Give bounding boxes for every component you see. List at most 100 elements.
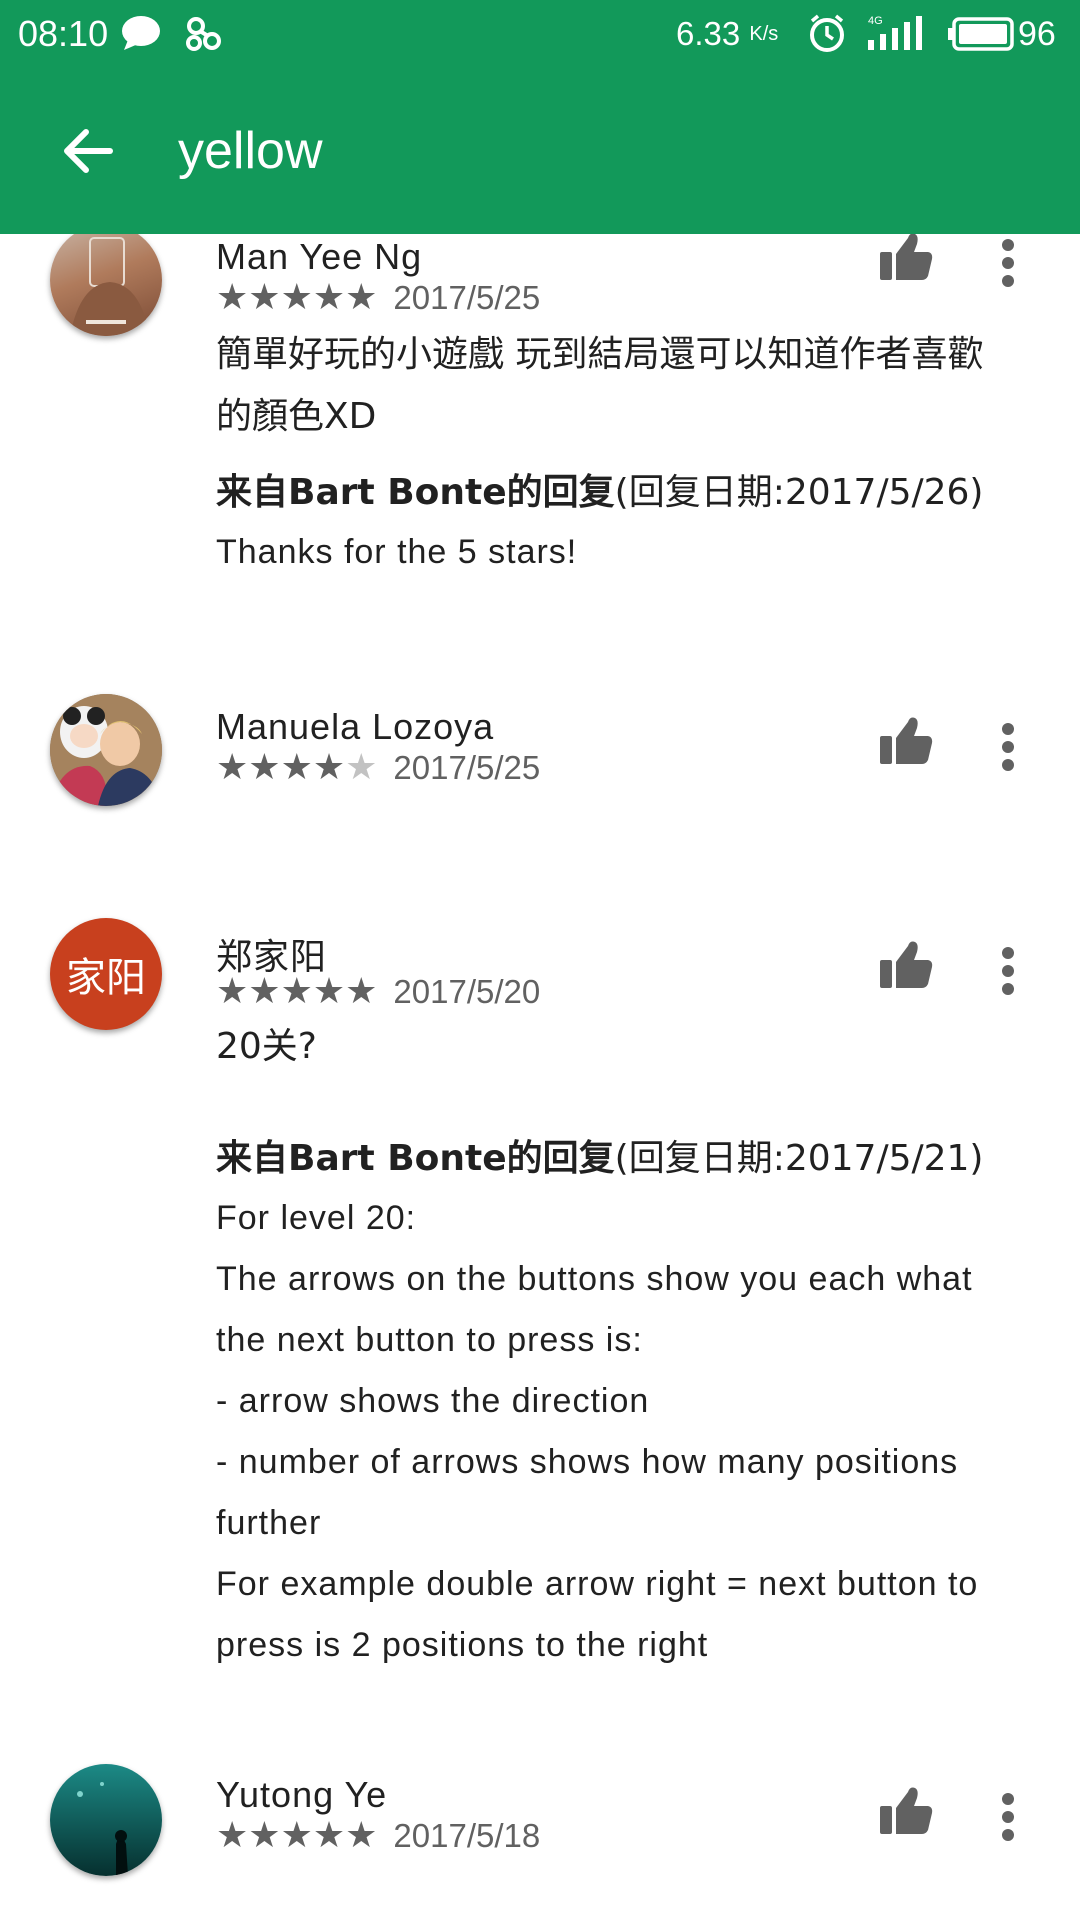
reply-header: 来自Bart Bonte的回复(回复日期:2017/5/26) (216, 464, 1022, 522)
more-vert-icon (1002, 947, 1014, 995)
review-item: Manuela Lozoya ★ ★ ★ ★ ★ 2017/5/25 (0, 694, 1080, 914)
review-date: 2017/5/25 (393, 279, 541, 316)
review-author: Manuela Lozoya (216, 706, 495, 747)
thumbs-up-icon (880, 1787, 933, 1834)
star-filled-icon: ★ (312, 1815, 346, 1856)
review-rating-row: ★ ★ ★ ★ ★ 2017/5/20 (216, 972, 540, 1012)
developer-reply: 来自Bart Bonte的回复(回复日期:2017/5/21) For leve… (216, 1130, 1022, 1676)
reply-line: press is 2 positions to the right (216, 1626, 709, 1664)
status-time: 08:10 (18, 13, 109, 54)
arrow-back-icon (64, 129, 113, 173)
review-text: 20关? (216, 1026, 317, 1067)
reply-from: 来自Bart Bonte的回复 (216, 472, 615, 513)
avatar[interactable]: 家阳 (50, 918, 162, 1030)
star-filled-icon: ★ (280, 1815, 313, 1856)
more-options-button[interactable] (986, 938, 1030, 1004)
reply-date: (回复日期:2017/5/21) (614, 1138, 984, 1179)
thumbs-up-icon (880, 941, 933, 988)
star-rating: ★ ★ ★ ★ ★ (216, 1816, 377, 1856)
thumbs-up-button[interactable] (878, 234, 944, 296)
reply-date: (回复日期:2017/5/26) (614, 472, 984, 513)
star-filled-icon: ★ (216, 277, 249, 318)
review-author: Man Yee Ng (216, 236, 423, 277)
signal-4g-icon: 4G (866, 0, 926, 68)
review-rating-row: ★ ★ ★ ★ ★ 2017/5/18 (216, 1816, 540, 1856)
chat-bubble-icon (120, 0, 162, 68)
avatar[interactable] (50, 234, 162, 336)
star-filled-icon: ★ (345, 971, 378, 1012)
more-vert-icon (1002, 239, 1014, 287)
more-options-button[interactable] (986, 714, 1030, 780)
search-query[interactable]: yellow (178, 68, 323, 234)
battery-percent: 96 (1018, 14, 1056, 53)
avatar-photo (50, 1764, 162, 1876)
star-filled-icon: ★ (280, 747, 313, 788)
star-rating: ★ ★ ★ ★ ★ (216, 278, 377, 318)
more-vert-icon (1002, 723, 1014, 771)
star-filled-icon: ★ (280, 971, 313, 1012)
thumbs-up-button[interactable] (878, 1784, 944, 1850)
more-options-button[interactable] (986, 1784, 1030, 1850)
review-list: Man Yee Ng ★ ★ ★ ★ ★ 2017/5/25 簡單好玩的小遊戲 玩到結局… (0, 234, 1080, 1920)
network-speed: 6.33 K/s (676, 0, 778, 68)
thumbs-up-button[interactable] (878, 714, 944, 780)
star-filled-icon: ★ (248, 971, 281, 1012)
developer-reply: 来自Bart Bonte的回复(回复日期:2017/5/26) Thanks f… (216, 464, 1022, 583)
reply-line: For example double arrow right = next bu… (216, 1565, 979, 1603)
star-filled-icon: ★ (312, 747, 346, 788)
status-bar: 08:10 6.33 K/s 4G 96 (0, 0, 1080, 68)
star-filled-icon: ★ (312, 277, 346, 318)
app-bar: yellow (0, 68, 1080, 234)
reply-from: 来自Bart Bonte的回复 (216, 1138, 615, 1179)
review-rating-row: ★ ★ ★ ★ ★ 2017/5/25 (216, 278, 540, 318)
review-rating-row: ★ ★ ★ ★ ★ 2017/5/25 (216, 748, 540, 788)
review-item: Yutong Ye ★ ★ ★ ★ ★ 2017/5/18 (0, 1764, 1080, 1920)
network-speed-value: 6.33 (676, 15, 741, 52)
network-speed-unit: K/s (749, 22, 779, 45)
review-author: Yutong Ye (216, 1774, 388, 1815)
network-type-label: 4G (868, 15, 883, 27)
avatar-photo (50, 694, 162, 806)
star-filled-icon: ★ (216, 747, 249, 788)
reply-body: Thanks for the 5 stars! (216, 522, 1022, 583)
thumbs-up-button[interactable] (878, 938, 944, 1004)
star-empty-icon: ★ (345, 747, 378, 788)
back-button[interactable] (42, 105, 134, 197)
app-icon (182, 0, 226, 68)
reply-body: For level 20: The arrows on the buttons s… (216, 1188, 1022, 1676)
star-filled-icon: ★ (345, 277, 378, 318)
star-rating: ★ ★ ★ ★ ★ (216, 972, 377, 1012)
reply-line: the next button to press is: (216, 1321, 643, 1359)
star-filled-icon: ★ (248, 1815, 281, 1856)
reply-line: Thanks for the 5 stars! (216, 533, 578, 571)
thumbs-up-icon (880, 717, 933, 764)
avatar-photo (70, 237, 150, 336)
more-options-button[interactable] (986, 234, 1030, 296)
star-filled-icon: ★ (280, 277, 313, 318)
review-text: 簡單好玩的小遊戲 玩到結局還可以知道作者喜歡的顏色XD (216, 334, 984, 437)
reply-line: - arrow shows the direction (216, 1382, 650, 1420)
reply-line: further (216, 1504, 322, 1542)
star-filled-icon: ★ (216, 971, 249, 1012)
avatar[interactable] (50, 694, 162, 806)
review-date: 2017/5/25 (393, 749, 541, 786)
star-filled-icon: ★ (345, 1815, 378, 1856)
reply-line: The arrows on the buttons show you each … (216, 1260, 973, 1298)
review-date: 2017/5/18 (393, 1817, 541, 1854)
reply-line: - number of arrows shows how many positi… (216, 1443, 959, 1481)
battery-icon (948, 0, 1016, 68)
review-date: 2017/5/20 (393, 973, 541, 1010)
avatar[interactable] (50, 1764, 162, 1876)
more-vert-icon (1002, 1793, 1014, 1841)
star-filled-icon: ★ (216, 1815, 249, 1856)
avatar-initials: 家阳 (66, 955, 146, 1001)
review-item: 家阳 郑家阳 ★ ★ ★ ★ ★ 2017/5/20 20关? 来自Bart Bonte… (0, 918, 1080, 1798)
thumbs-up-icon (880, 234, 933, 280)
star-filled-icon: ★ (248, 277, 281, 318)
star-filled-icon: ★ (248, 747, 281, 788)
reply-line: For level 20: (216, 1199, 417, 1237)
star-rating: ★ ★ ★ ★ ★ (216, 748, 377, 788)
star-filled-icon: ★ (312, 971, 346, 1012)
alarm-icon (806, 0, 848, 68)
reply-header: 来自Bart Bonte的回复(回复日期:2017/5/21) (216, 1130, 1022, 1188)
